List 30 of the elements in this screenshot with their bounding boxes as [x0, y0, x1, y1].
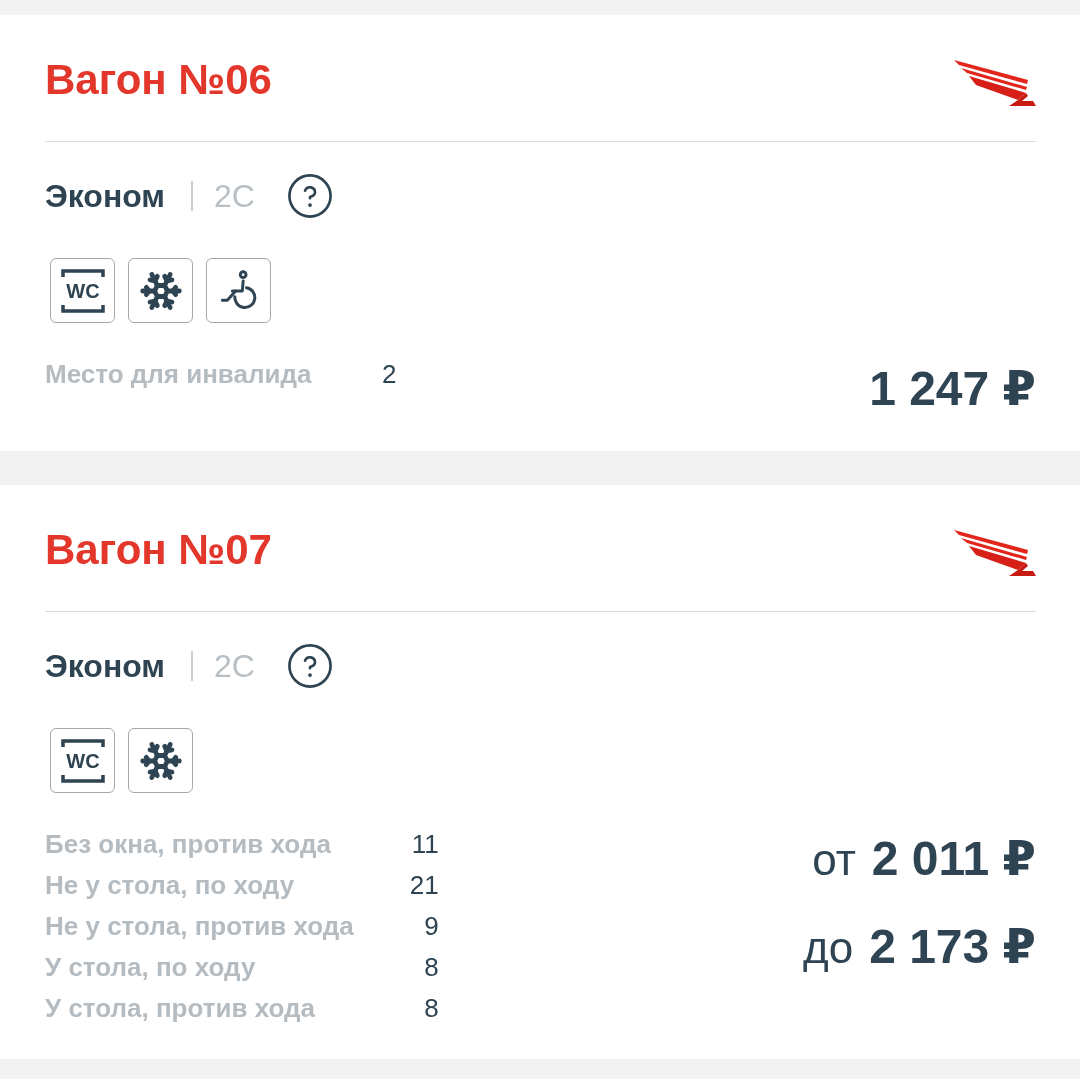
seat-count: 9 [423, 910, 439, 943]
seat-type-label: Не у стола, против хода [45, 910, 354, 943]
car-title: Вагон №06 [45, 55, 272, 105]
class-code: 2С [214, 647, 255, 686]
price-prefix: от [812, 834, 856, 886]
seat-type-label: Не у стола, по ходу [45, 869, 296, 902]
price-amount: 2 173 ₽ [869, 919, 1036, 975]
wheelchair-icon [206, 258, 271, 323]
seat-type-label: У стола, по ходу [45, 951, 257, 984]
seat-type-label: Место для инвалида [45, 358, 312, 391]
seat-count: 11 [410, 828, 439, 861]
price-amount: 1 247 ₽ [869, 361, 1036, 417]
class-code: 2С [214, 177, 255, 216]
snowflake-icon [128, 258, 193, 323]
seat-count: 2 [380, 358, 397, 391]
class-name: Эконом [45, 647, 166, 686]
seat-type-label: У стола, против хода [45, 992, 316, 1025]
seat-count: 8 [423, 951, 439, 984]
class-name: Эконом [45, 177, 166, 216]
help-icon[interactable] [287, 174, 332, 218]
snowflake-icon [128, 728, 193, 793]
wc-icon: WC [50, 258, 115, 323]
seat-count: 8 [423, 992, 439, 1025]
car-title: Вагон №07 [45, 525, 272, 575]
seat-count: 21 [408, 869, 439, 902]
price-prefix: до [803, 922, 854, 974]
price-amount: 2 011 ₽ [871, 831, 1036, 887]
wc-icon: WC [50, 728, 115, 793]
seat-type-label: Без окна, против хода [45, 828, 332, 861]
help-icon[interactable] [287, 644, 332, 688]
